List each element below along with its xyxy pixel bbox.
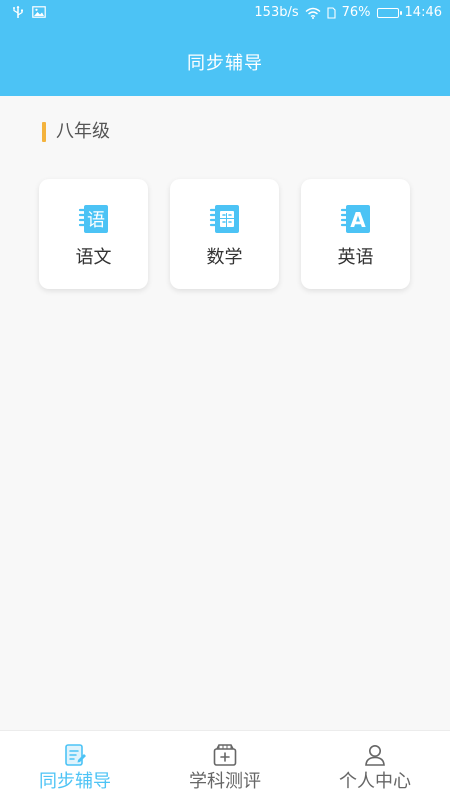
status-right-info: 153b/s 76% 14:46 (254, 5, 442, 20)
usb-icon (12, 5, 24, 19)
section-accent-bar (42, 122, 46, 142)
nav-label: 同步辅导 (39, 770, 111, 792)
main-content: 八年级 语 语文 数学 A 英语 (0, 96, 450, 730)
subject-card-math[interactable]: 数学 (170, 179, 279, 289)
chinese-book-icon: 语 (78, 205, 108, 233)
subject-card-chinese[interactable]: 语 语文 (39, 179, 148, 289)
subject-label: 英语 (337, 247, 374, 268)
sim-icon (327, 6, 336, 19)
page-title: 同步辅导 (187, 53, 263, 74)
subject-label: 数学 (206, 247, 243, 268)
nav-label: 学科测评 (189, 770, 261, 792)
english-book-icon: A (340, 205, 370, 233)
image-icon (32, 6, 46, 18)
svg-text:A: A (350, 208, 366, 232)
user-icon (365, 744, 385, 766)
tab-subject-assessment[interactable]: 学科测评 (150, 731, 300, 800)
network-speed: 153b/s (254, 5, 299, 20)
svg-text:语: 语 (87, 210, 105, 231)
tab-personal-center[interactable]: 个人中心 (300, 731, 450, 800)
battery-icon (376, 7, 402, 18)
app-header: 同步辅导 (0, 28, 450, 96)
grade-label: 八年级 (56, 121, 110, 142)
battery-percent: 76% (341, 5, 371, 20)
app-screen: 153b/s 76% 14:46 同步辅导 八年级 语 语文 数学 A 英语 同… (0, 0, 450, 800)
wifi-icon (305, 7, 321, 19)
subject-label: 语文 (75, 247, 112, 268)
nav-label: 个人中心 (339, 770, 411, 792)
subject-card-english[interactable]: A 英语 (301, 179, 410, 289)
grade-section-title: 八年级 (42, 122, 110, 142)
status-bar: 153b/s 76% 14:46 (0, 0, 450, 28)
math-book-icon (209, 205, 239, 233)
status-left-icons (12, 5, 46, 19)
status-time: 14:46 (404, 5, 442, 20)
bottom-tab-bar: 同步辅导 学科测评 个人中心 (0, 730, 450, 800)
test-box-icon (213, 743, 237, 766)
tab-sync-tutoring[interactable]: 同步辅导 (0, 731, 150, 800)
document-edit-icon (65, 743, 86, 766)
